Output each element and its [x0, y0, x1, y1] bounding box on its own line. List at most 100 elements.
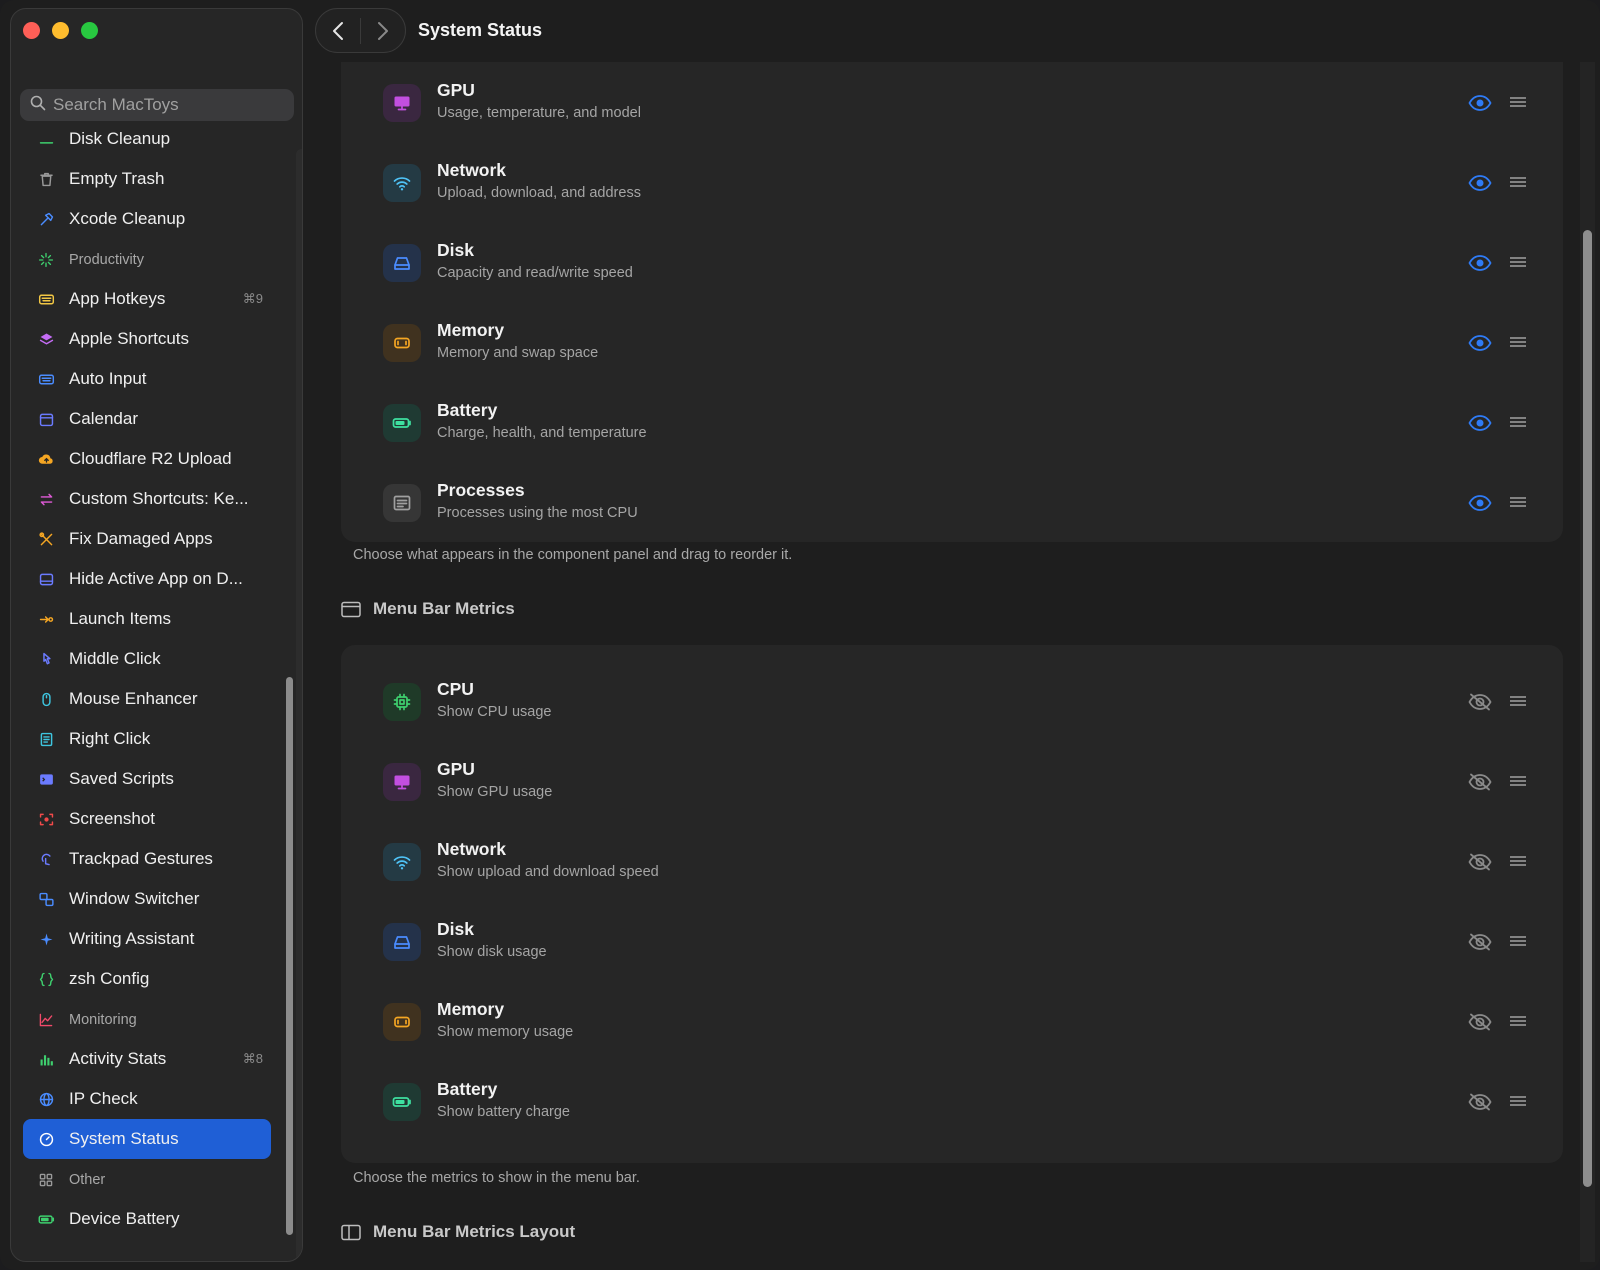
sidebar-item-fix-damaged-apps[interactable]: Fix Damaged Apps [23, 519, 271, 559]
back-button[interactable] [316, 8, 360, 53]
sidebar-list[interactable]: Disk Cleanup Empty Trash Xcode Cleanup Prod… [11, 127, 289, 1261]
sidebar-item-apple-shortcuts[interactable]: Apple Shortcuts [23, 319, 271, 359]
shortcut-hint: ⌘8 [242, 1051, 263, 1066]
sidebar-item-ip-check[interactable]: IP Check [23, 1079, 271, 1119]
sidebar-item-window-switcher[interactable]: Window Switcher [23, 879, 271, 919]
eye-slash-icon [1468, 1013, 1492, 1031]
metric-name: GPU [437, 759, 475, 779]
drag-handle[interactable] [1507, 1090, 1529, 1112]
sidebar-item-label: Screenshot [69, 809, 155, 828]
metric-row-memory[interactable]: Memory Memory and swap space [341, 304, 1563, 384]
sidebar-item-calendar[interactable]: Calendar [23, 399, 271, 439]
drag-handle[interactable] [1507, 331, 1529, 353]
metric-row-network[interactable]: Network Show upload and download speed [341, 823, 1563, 903]
zoom-window-button[interactable] [81, 22, 98, 39]
wifi-icon [383, 164, 421, 202]
metric-row-gpu[interactable]: GPU Show GPU usage [341, 743, 1563, 823]
metric-row-disk[interactable]: Disk Capacity and read/write speed [341, 224, 1563, 304]
drag-handle-icon [1509, 96, 1527, 108]
visibility-toggle-on[interactable] [1467, 330, 1493, 356]
gauge-icon [37, 1130, 55, 1148]
close-window-button[interactable] [23, 22, 40, 39]
sidebar-item-hide-active-app-on-d[interactable]: Hide Active App on D... [23, 559, 271, 599]
visibility-toggle-on[interactable] [1467, 250, 1493, 276]
visibility-toggle-off[interactable] [1467, 849, 1493, 875]
sidebar-item-app-hotkeys[interactable]: App Hotkeys ⌘9 [23, 279, 271, 319]
sidebar-scrollbar-track[interactable] [296, 149, 302, 1261]
metric-row-network[interactable]: Network Upload, download, and address [341, 144, 1563, 224]
drag-handle[interactable] [1507, 411, 1529, 433]
sidebar-item-right-click[interactable]: Right Click [23, 719, 271, 759]
sidebar-item-custom-shortcuts-ke[interactable]: Custom Shortcuts: Ke... [23, 479, 271, 519]
drive-icon [383, 923, 421, 961]
sidebar-item-writing-assistant[interactable]: Writing Assistant [23, 919, 271, 959]
visibility-toggle-off[interactable] [1467, 769, 1493, 795]
drag-handle-icon [1509, 775, 1527, 787]
sidebar-item-zsh-config[interactable]: zsh Config [23, 959, 271, 999]
sidebar-item-empty-trash[interactable]: Empty Trash [23, 159, 271, 199]
drag-handle-icon [1509, 176, 1527, 188]
metric-description: Memory and swap space [437, 345, 599, 361]
eye-icon [1468, 334, 1492, 352]
sidebar-item-system-status[interactable]: System Status [23, 1119, 271, 1159]
metric-row-processes[interactable]: Processes Processes using the most CPU [341, 464, 1563, 544]
menu-bar-layout-header: Menu Bar Metrics Layout [341, 1222, 575, 1242]
visibility-toggle-off[interactable] [1467, 689, 1493, 715]
drag-handle[interactable] [1507, 690, 1529, 712]
metric-row-battery[interactable]: Battery Charge, health, and temperature [341, 384, 1563, 464]
sidebar-item-label: Hide Active App on D... [69, 569, 243, 588]
drag-handle[interactable] [1507, 251, 1529, 273]
sidebar-item-launch-items[interactable]: Launch Items [23, 599, 271, 639]
drag-handle[interactable] [1507, 930, 1529, 952]
gesture-icon [37, 850, 55, 868]
drag-handle[interactable] [1507, 171, 1529, 193]
chip-icon [383, 683, 421, 721]
drag-handle[interactable] [1507, 1010, 1529, 1032]
metric-row-cpu[interactable]: CPU Show CPU usage [341, 663, 1563, 743]
drag-handle[interactable] [1507, 770, 1529, 792]
sidebar-layout-icon [341, 1224, 361, 1240]
drag-handle[interactable] [1507, 491, 1529, 513]
main-scrollbar-thumb[interactable] [1583, 230, 1592, 1187]
search-icon [30, 95, 46, 116]
sidebar-item-device-battery[interactable]: Device Battery [23, 1199, 271, 1239]
search-field[interactable] [20, 89, 294, 121]
minimize-window-button[interactable] [52, 22, 69, 39]
window-controls [23, 22, 98, 39]
visibility-toggle-on[interactable] [1467, 90, 1493, 116]
sidebar-group-label: Monitoring [69, 1012, 137, 1028]
visibility-toggle-on[interactable] [1467, 170, 1493, 196]
metric-row-battery[interactable]: Battery Show battery charge [341, 1063, 1563, 1143]
visibility-toggle-off[interactable] [1467, 1089, 1493, 1115]
search-input[interactable] [53, 95, 273, 115]
visibility-toggle-off[interactable] [1467, 1009, 1493, 1035]
metric-row-disk[interactable]: Disk Show disk usage [341, 903, 1563, 983]
sidebar-item-cloudflare-r2-upload[interactable]: Cloudflare R2 Upload [23, 439, 271, 479]
sidebar-item-screenshot[interactable]: Screenshot [23, 799, 271, 839]
sidebar-item-auto-input[interactable]: Auto Input [23, 359, 271, 399]
sidebar-item-activity-stats[interactable]: Activity Stats ⌘8 [23, 1039, 271, 1079]
sidebar-item-saved-scripts[interactable]: Saved Scripts [23, 759, 271, 799]
page-title: System Status [418, 20, 543, 40]
visibility-toggle-off[interactable] [1467, 929, 1493, 955]
sidebar-group-monitoring: Monitoring [23, 1002, 271, 1038]
visibility-toggle-on[interactable] [1467, 490, 1493, 516]
broom-icon [37, 130, 55, 148]
drag-handle[interactable] [1507, 850, 1529, 872]
forward-button[interactable] [361, 8, 405, 53]
sidebar-item-trackpad-gestures[interactable]: Trackpad Gestures [23, 839, 271, 879]
sidebar-item-label: App Hotkeys [69, 289, 166, 308]
sidebar-item-mouse-enhancer[interactable]: Mouse Enhancer [23, 679, 271, 719]
menu-bar-metrics-header: Menu Bar Metrics [341, 599, 515, 619]
drag-handle[interactable] [1507, 91, 1529, 113]
visibility-toggle-on[interactable] [1467, 410, 1493, 436]
calendar-icon [37, 410, 55, 428]
sidebar-item-middle-click[interactable]: Middle Click [23, 639, 271, 679]
eye-slash-icon [1468, 693, 1492, 711]
metric-description: Upload, download, and address [437, 185, 641, 201]
sidebar-item-xcode-cleanup[interactable]: Xcode Cleanup [23, 199, 271, 239]
metric-row-memory[interactable]: Memory Show memory usage [341, 983, 1563, 1063]
sidebar-scrollbar-thumb[interactable] [286, 677, 293, 1235]
sidebar-item-disk-cleanup[interactable]: Disk Cleanup [23, 127, 271, 159]
metric-row-gpu[interactable]: GPU Usage, temperature, and model [341, 64, 1563, 144]
